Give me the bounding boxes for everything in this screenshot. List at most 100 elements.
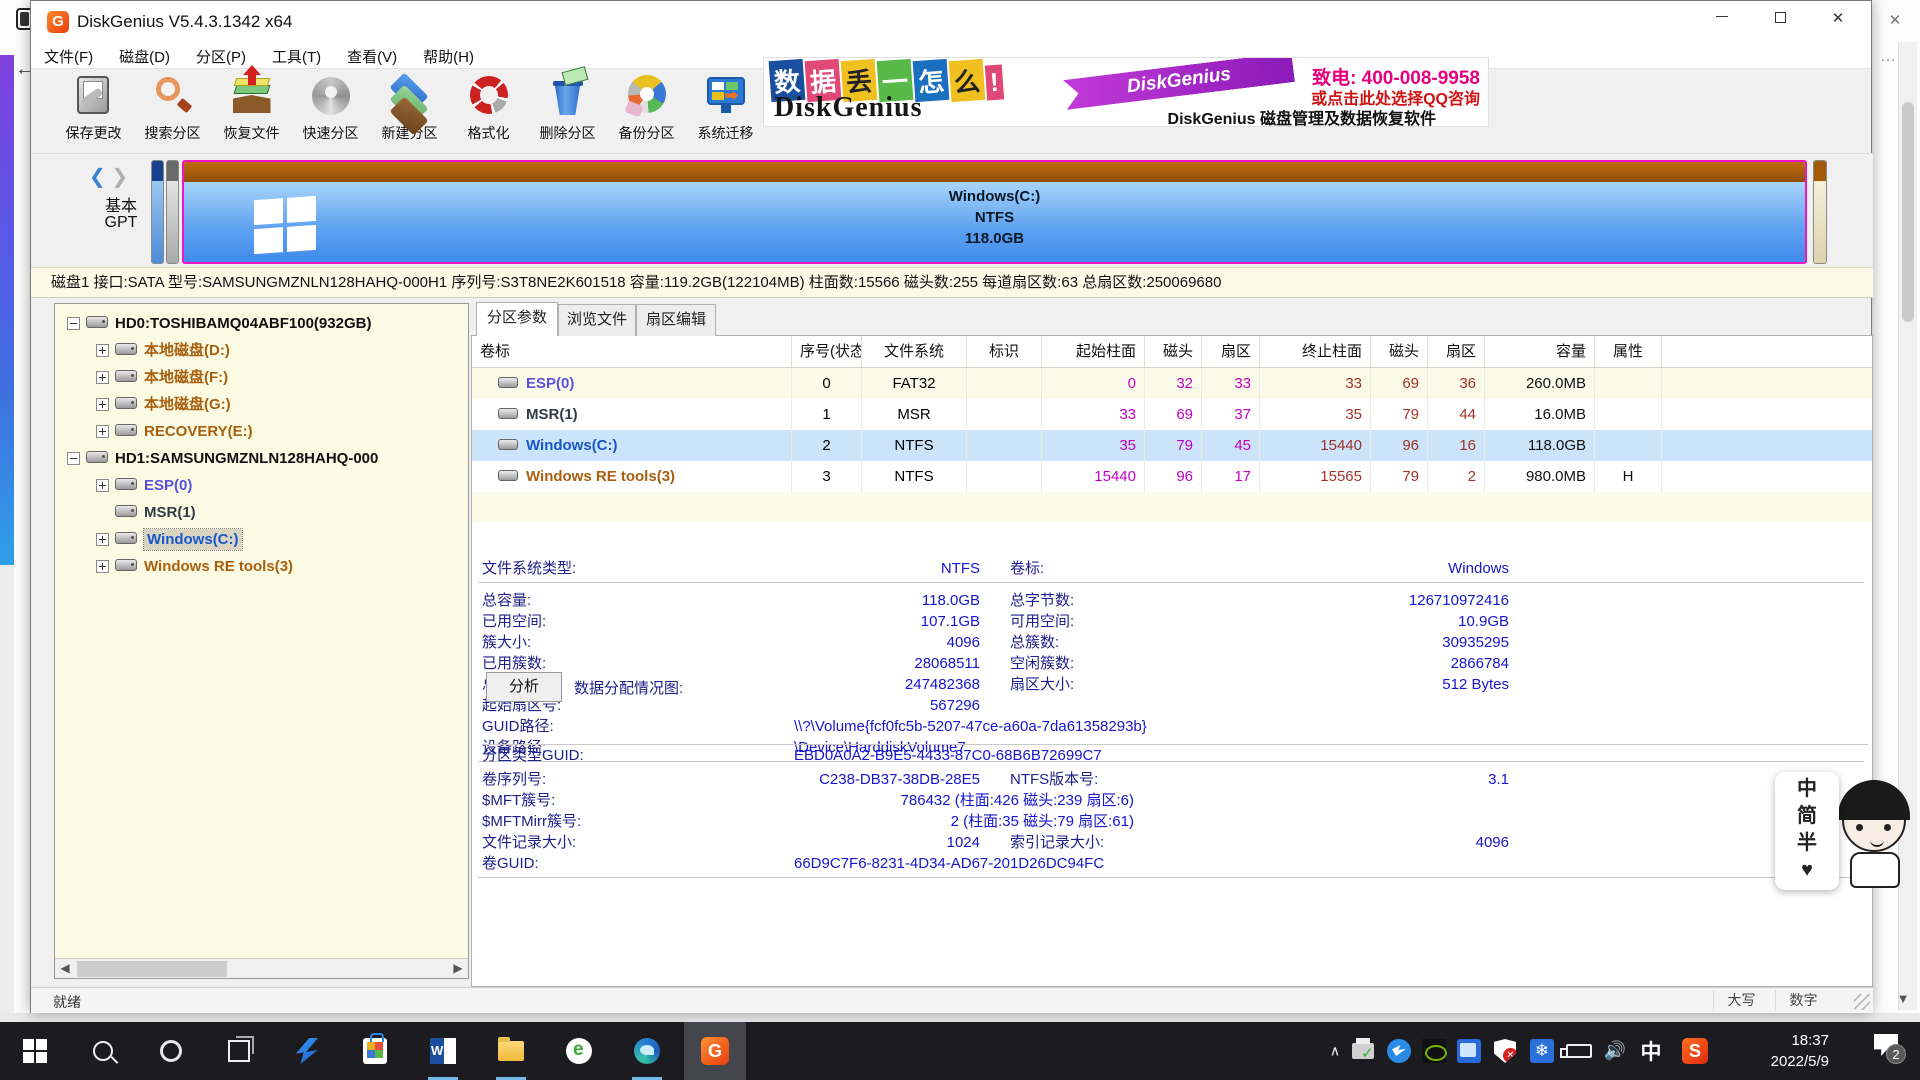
collapse-icon[interactable] [67,317,80,330]
taskbar-word-icon[interactable] [412,1022,474,1080]
tree-label[interactable]: RECOVERY(E:) [144,423,253,440]
taskbar-flash-icon[interactable] [276,1022,338,1080]
tray-speaker-icon[interactable]: 🔊 [1598,1022,1632,1080]
toolbar-button-格式化[interactable]: 格式化 [449,71,528,153]
toolbar-button-系统迁移[interactable]: 系统迁移 [686,71,765,153]
menu-item-磁盘(D)[interactable]: 磁盘(D) [106,43,183,70]
taskbar-taskview-icon[interactable] [208,1022,270,1080]
tree-label[interactable]: ESP(0) [144,477,192,494]
toolbar-button-删除分区[interactable]: 删除分区 [528,71,607,153]
tree-item-本地磁盘(F:)[interactable]: 本地磁盘(F:) [55,364,468,391]
table-row-Windows RE tools(3)[interactable]: Windows RE tools(3)3NTFS1544096171556579… [472,461,1872,492]
expand-icon[interactable] [96,560,109,573]
toolbar-button-恢复文件[interactable]: 恢复文件 [212,71,291,153]
column-header-起始柱面[interactable]: 起始柱面 [1042,336,1145,367]
taskbar-browser360-icon[interactable] [548,1022,610,1080]
column-header-卷标[interactable]: 卷标 [472,336,792,367]
table-row-MSR(1)[interactable]: MSR(1)1MSR33693735794416.0MB [472,399,1872,430]
partition-block-windows-c[interactable]: Windows(C:) NTFS 118.0GB [182,160,1807,264]
background-scroll-down-icon[interactable]: ▼ [1890,988,1916,1010]
next-partition-icon[interactable]: ❯ [111,166,128,188]
menu-item-文件(F)[interactable]: 文件(F) [31,43,106,70]
tree-label[interactable]: 本地磁盘(D:) [144,342,230,359]
toolbar-button-保存更改[interactable]: 保存更改 [54,71,133,153]
titlebar[interactable]: G DiskGenius V5.4.3.1342 x64 ✕ [31,1,1871,43]
tray-ime-icon[interactable]: 中 [1634,1022,1668,1080]
menu-item-工具(T)[interactable]: 工具(T) [259,43,334,70]
column-header-属性[interactable]: 属性 [1595,336,1662,367]
back-arrow-icon[interactable]: ← [15,58,30,82]
tree-item-本地磁盘(D:)[interactable]: 本地磁盘(D:) [55,337,468,364]
background-close-icon[interactable]: ✕ [1878,8,1912,34]
tray-power-icon[interactable] [1562,1022,1596,1080]
partition-block-msr[interactable] [166,160,179,264]
column-header-扇区[interactable]: 扇区 [1428,336,1485,367]
expand-icon[interactable] [96,371,109,384]
notification-icon[interactable]: 2 [1872,1032,1902,1058]
tree-label[interactable]: MSR(1) [144,504,196,521]
column-header-序号(状态)[interactable]: 序号(状态) [792,336,862,367]
column-header-文件系统[interactable]: 文件系统 [862,336,967,367]
tray-sogou-icon[interactable]: S [1678,1022,1712,1080]
partition-block-esp[interactable] [151,160,164,264]
toolbar-button-快速分区[interactable]: 快速分区 [291,71,370,153]
tree-label[interactable]: 本地磁盘(F:) [144,369,228,386]
tree-label[interactable]: Windows RE tools(3) [144,558,293,575]
tray-intel-icon[interactable] [1452,1022,1486,1080]
tree-item-Windows RE tools(3)[interactable]: Windows RE tools(3) [55,553,468,580]
tree-label[interactable]: Windows(C:) [144,529,242,550]
taskbar-cortana-icon[interactable] [140,1022,202,1080]
toolbar-button-备份分区[interactable]: 备份分区 [607,71,686,153]
tree-item-RECOVERY(E:)[interactable]: RECOVERY(E:) [55,418,468,445]
column-header-磁头[interactable]: 磁头 [1145,336,1202,367]
background-scrollbar-thumb[interactable] [1902,102,1914,322]
column-header-磁头[interactable]: 磁头 [1371,336,1428,367]
tray-printer-icon[interactable] [1346,1022,1380,1080]
taskbar-clock[interactable]: 18:37 2022/5/9 [1733,1030,1829,1072]
tray-defender-icon[interactable] [1488,1022,1522,1080]
tray-bird-icon[interactable] [1382,1022,1416,1080]
banner-ad[interactable]: 数据丢一怎么! DiskGenius DiskGenius 致电: 400-00… [763,57,1489,127]
tree-horizontal-scrollbar[interactable]: ◀ ▶ [55,958,468,978]
column-header-终止柱面[interactable]: 终止柱面 [1260,336,1371,367]
tab-扇区编辑[interactable]: 扇区编辑 [636,304,716,336]
tray-snowflake-icon[interactable]: ❄ [1525,1022,1559,1080]
tab-分区参数[interactable]: 分区参数 [476,302,558,336]
background-menu-dots-icon[interactable]: … [1880,48,1898,66]
minimize-button[interactable] [1693,1,1751,37]
expand-icon[interactable] [96,344,109,357]
table-row-ESP(0)[interactable]: ESP(0)0FAT3203233336936260.0MB [472,368,1872,399]
expand-icon[interactable] [96,398,109,411]
menu-item-帮助(H)[interactable]: 帮助(H) [410,43,487,70]
toolbar-button-搜索分区[interactable]: 搜索分区 [133,71,212,153]
tree-item-HD1:SAMSUNGMZNLN128HAHQ-000[interactable]: HD1:SAMSUNGMZNLN128HAHQ-000 [55,445,468,472]
taskbar-explorer-icon[interactable] [480,1022,542,1080]
taskbar-diskgenius-icon[interactable]: G [684,1022,746,1080]
expand-icon[interactable] [96,479,109,492]
taskbar-edge-icon[interactable] [616,1022,678,1080]
tree-item-本地磁盘(G:)[interactable]: 本地磁盘(G:) [55,391,468,418]
column-header-容量[interactable]: 容量 [1485,336,1595,367]
taskbar-start-icon[interactable] [4,1022,66,1080]
tree-label[interactable]: HD1:SAMSUNGMZNLN128HAHQ-000 [115,450,378,467]
expand-icon[interactable] [96,533,109,546]
toolbar-button-新建分区[interactable]: 新建分区 [370,71,449,153]
maximize-button[interactable] [1751,1,1809,37]
prev-partition-icon[interactable]: ❮ [89,166,106,188]
column-header-标识[interactable]: 标识 [967,336,1042,367]
menu-item-查看(V)[interactable]: 查看(V) [334,43,410,70]
partition-block-re-tools[interactable] [1813,160,1827,264]
table-row-Windows(C:)[interactable]: Windows(C:)2NTFS357945154409616118.0GB [472,430,1872,461]
analyze-button[interactable]: 分析 [486,672,562,702]
tree-item-ESP(0)[interactable]: ESP(0) [55,472,468,499]
sogou-item-中[interactable]: 中 [1775,776,1839,803]
tree-item-Windows(C:)[interactable]: Windows(C:) [55,526,468,553]
sogou-item-♥[interactable]: ♥ [1775,857,1839,884]
tree-label[interactable]: 本地磁盘(G:) [144,396,231,413]
column-header-扇区[interactable]: 扇区 [1202,336,1260,367]
resize-grip[interactable] [1854,994,1870,1010]
scroll-left-icon[interactable]: ◀ [55,959,75,979]
sogou-ime-widget[interactable]: 中简半♥ [1775,772,1839,890]
taskbar-search-icon[interactable] [72,1022,134,1080]
close-button[interactable]: ✕ [1809,1,1867,37]
